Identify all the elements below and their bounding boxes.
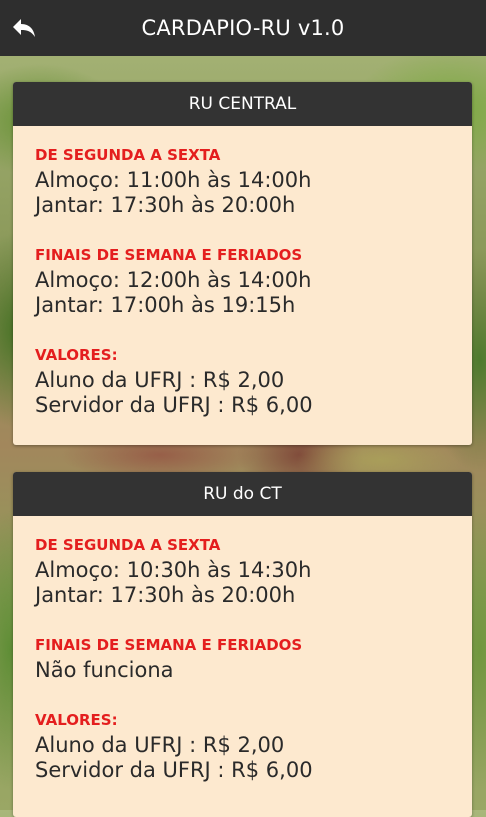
weekday-lunch-hours: Almoço: 11:00h às 14:00h <box>35 168 312 192</box>
back-arrow-icon <box>13 19 35 37</box>
card-body: DE SEGUNDA A SEXTA Almoço: 10:30h às 14:… <box>13 516 472 783</box>
card-title: RU CENTRAL <box>188 94 297 114</box>
app-bar: CARDAPIO-RU v1.0 <box>0 0 486 56</box>
weekend-dinner-hours: Jantar: 17:00h às 19:15h <box>35 293 296 317</box>
weekend-heading: FINAIS DE SEMANA E FERIADOS <box>35 246 303 264</box>
weekend-closed-notice: Não funciona <box>35 658 174 682</box>
weekday-lunch-hours: Almoço: 10:30h às 14:30h <box>35 558 312 582</box>
weekend-lunch-hours: Almoço: 12:00h às 14:00h <box>35 268 312 292</box>
restaurant-card-ru-ct: RU do CT DE SEGUNDA A SEXTA Almoço: 10:3… <box>13 472 472 817</box>
prices-heading: VALORES: <box>35 711 118 729</box>
weekday-heading: DE SEGUNDA A SEXTA <box>35 146 221 164</box>
card-header: RU CENTRAL <box>13 82 472 126</box>
card-title: RU do CT <box>203 484 282 504</box>
back-button[interactable] <box>10 14 38 42</box>
student-price: Aluno da UFRJ : R$ 2,00 <box>35 733 285 757</box>
app-title: CARDAPIO-RU v1.0 <box>141 16 345 40</box>
weekday-dinner-hours: Jantar: 17:30h às 20:00h <box>35 583 296 607</box>
prices-heading: VALORES: <box>35 346 118 364</box>
staff-price: Servidor da UFRJ : R$ 6,00 <box>35 758 313 782</box>
card-header: RU do CT <box>13 472 472 516</box>
card-body: DE SEGUNDA A SEXTA Almoço: 11:00h às 14:… <box>13 126 472 418</box>
restaurant-card-ru-central: RU CENTRAL DE SEGUNDA A SEXTA Almoço: 11… <box>13 82 472 445</box>
weekday-heading: DE SEGUNDA A SEXTA <box>35 536 221 554</box>
weekend-heading: FINAIS DE SEMANA E FERIADOS <box>35 636 303 654</box>
staff-price: Servidor da UFRJ : R$ 6,00 <box>35 393 313 417</box>
student-price: Aluno da UFRJ : R$ 2,00 <box>35 368 285 392</box>
weekday-dinner-hours: Jantar: 17:30h às 20:00h <box>35 193 296 217</box>
